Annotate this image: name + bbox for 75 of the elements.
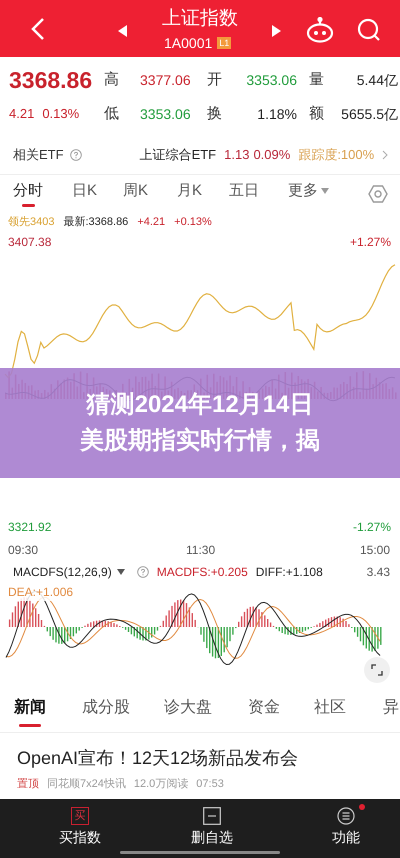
axis-label: 3407.38 <box>8 234 52 251</box>
current-price: 3368.86 <box>9 66 94 95</box>
chart-tab[interactable]: 月K <box>177 181 202 207</box>
help-icon[interactable] <box>70 148 82 160</box>
stat-value: 3353.06 <box>245 70 297 90</box>
etf-price: 1.13 <box>224 146 250 164</box>
next-arrow-icon[interactable] <box>272 25 282 37</box>
robot-icon[interactable] <box>306 17 334 43</box>
etf-label: 相关ETF <box>13 146 64 164</box>
diff-value: DIFF:+1.108 <box>256 564 323 581</box>
leading-index-label: 领先3403 <box>8 214 54 230</box>
time-label: 15:00 <box>360 542 390 559</box>
pinned-tag: 置顶 <box>17 776 39 792</box>
buy-icon: 买 <box>71 807 89 825</box>
stat-value: 1.18% <box>256 104 297 124</box>
banner-text: 猜测2024年12月14日 <box>86 390 314 420</box>
stat-label: 换 <box>207 104 223 124</box>
stat-value: 5655.5亿 <box>340 104 398 124</box>
tracking-rate: 跟踪度:100% <box>298 146 374 164</box>
etf-name[interactable]: 上证综合ETF <box>140 144 216 164</box>
stat-value: 3353.06 <box>140 104 192 124</box>
stat-label: 低 <box>104 104 120 124</box>
chevron-right-icon[interactable] <box>382 150 388 160</box>
axis-label: 3.43 <box>366 564 390 581</box>
stat-value: 3377.06 <box>140 70 192 90</box>
axis-label: 3321.92 <box>8 519 52 536</box>
axis-label: +1.27% <box>350 234 391 251</box>
dropdown-icon <box>321 188 329 194</box>
previous-arrow-icon[interactable] <box>118 25 128 37</box>
news-time: 07:53 <box>196 777 224 792</box>
news-tab[interactable]: 资金 <box>248 697 280 719</box>
chart-tab[interactable]: 分时 <box>13 181 43 207</box>
settings-icon[interactable] <box>368 184 388 204</box>
time-label: 11:30 <box>186 542 216 559</box>
news-tab[interactable]: 成分股 <box>82 697 130 719</box>
percent-change: +0.13% <box>174 214 212 230</box>
news-tab[interactable]: 异 <box>383 697 399 719</box>
macd-value: MACDFS:+0.205 <box>156 564 248 581</box>
news-headline[interactable]: OpenAI宣布！12天12场新品发布会 <box>17 746 400 770</box>
nav-button[interactable]: 买 买指数 <box>40 807 120 846</box>
chart-tab[interactable]: 五日 <box>229 181 259 207</box>
expand-button[interactable] <box>364 657 390 683</box>
news-tab[interactable]: 诊大盘 <box>164 697 212 719</box>
stock-code: 1A0001 <box>164 35 212 51</box>
news-tab[interactable]: 社区 <box>314 697 346 719</box>
news-source: 同花顺7x24快讯 <box>47 777 126 792</box>
stat-label: 量 <box>308 70 325 90</box>
chart-tab[interactable]: 日K <box>72 181 98 207</box>
price-change: +4.21 <box>137 214 166 230</box>
stat-label: 开 <box>207 70 223 90</box>
stat-label: 额 <box>308 104 325 124</box>
minus-square-icon <box>203 807 221 825</box>
indicator-name[interactable]: MACDFS(12,26,9) <box>13 563 112 581</box>
stat-value: 5.44亿 <box>356 70 398 90</box>
news-tab[interactable]: 新闻 <box>14 697 46 727</box>
latest-price: 最新:3368.86 <box>63 214 128 230</box>
help-icon[interactable] <box>136 566 149 578</box>
nav-button[interactable]: 删自选 <box>172 807 252 846</box>
price-change: 4.21 <box>9 105 34 124</box>
menu-icon <box>337 807 355 825</box>
axis-label: -1.27% <box>352 519 391 536</box>
level-badge: L1 <box>217 37 232 49</box>
stat-label: 高 <box>104 70 120 90</box>
search-icon[interactable] <box>357 18 381 42</box>
chart-tab[interactable]: 周K <box>123 181 148 207</box>
banner-text: 美股期指实时行情，揭 <box>80 426 320 456</box>
expand-icon <box>371 664 383 676</box>
percent-change: 0.13% <box>42 105 80 124</box>
etf-percent: 0.09% <box>253 146 290 164</box>
page-title: 上证指数 <box>161 7 239 31</box>
nav-button[interactable]: 功能 <box>306 807 386 846</box>
time-label: 09:30 <box>8 542 38 559</box>
chart-tab[interactable]: 更多 <box>288 181 329 207</box>
dropdown-icon[interactable] <box>116 569 125 575</box>
read-count: 12.0万阅读 <box>134 777 188 792</box>
